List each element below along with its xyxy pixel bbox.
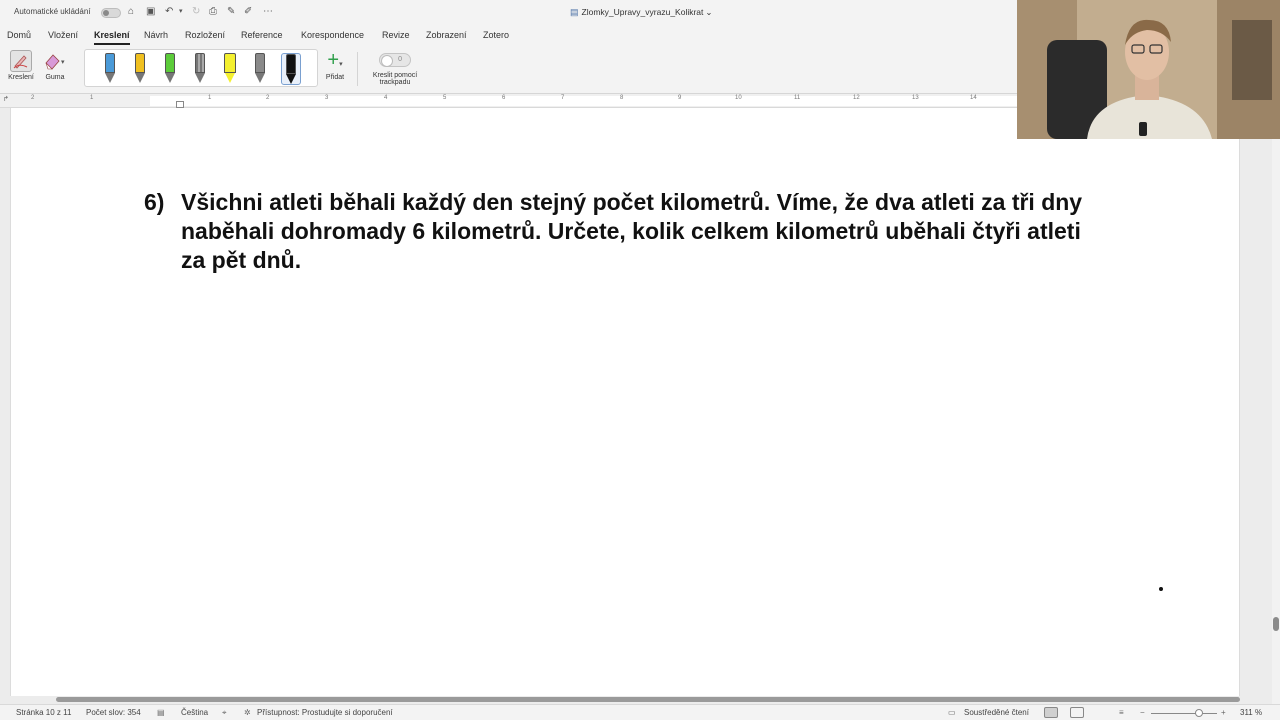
tab-stop-icon[interactable]: ↱ [3,95,9,103]
outline-view-icon[interactable]: ≡ [1119,708,1124,717]
tab-navrh[interactable]: Návrh [144,30,168,40]
trackpad-label-line1: Kreslit pomocí [372,72,418,79]
accessibility-icon[interactable]: ✲ [244,708,251,717]
pen-gallery [84,49,318,87]
ink-dot [1159,587,1163,591]
zoom-slider[interactable] [1151,713,1217,714]
redo-icon[interactable]: ↻ [192,6,200,18]
draw-with-trackpad[interactable]: 0 Kreslit pomocí trackpadu [366,51,424,86]
home-icon[interactable]: ⌂ [128,6,134,18]
autosave-toggle[interactable] [101,8,121,18]
undo-icon[interactable]: ↶ [165,6,173,18]
highlighter-icon[interactable] [223,53,237,85]
tab-rozlozeni[interactable]: Rozložení [185,30,225,40]
pen-edit-icon[interactable]: ✎ [227,6,235,18]
ruler-number: 11 [794,95,801,101]
green-pen-icon[interactable] [163,53,177,85]
draw-button[interactable]: Kreslení [6,50,36,81]
draw-icon [10,50,32,72]
problem-number: 6) [144,189,165,215]
eraser-icon: ▾ [40,50,70,72]
focus-mode[interactable]: Soustředěné čtení [964,708,1029,717]
tab-kresleni[interactable]: Kreslení [94,30,130,45]
add-label: Přidat [325,74,345,81]
zoom-out-icon[interactable]: − [1140,708,1145,717]
horizontal-scrollbar[interactable] [56,697,1240,702]
ruler-number: 4 [384,95,388,101]
indent-marker[interactable] [176,101,184,108]
title-chevron-icon: ⌄ [705,7,713,17]
save-icon[interactable]: ▣ [146,6,155,18]
web-layout-icon[interactable] [1070,707,1084,718]
ruler-number: 2 [266,95,270,101]
problem-text: Všichni atleti běhali každý den stejný p… [181,189,1083,273]
ruler-number: 10 [735,95,742,101]
ruler-number: 14 [970,95,977,101]
autosave-label: Automatické ukládání [14,7,91,16]
ruler-number: 5 [443,95,447,101]
eraser-label: Guma [45,74,65,81]
eraser-button[interactable]: ▾ Guma [40,50,70,81]
zoom-slider-knob[interactable] [1195,709,1203,717]
zoom-in-icon[interactable]: + [1221,708,1226,717]
ruler-number: 7 [561,95,565,101]
plus-icon: +▾ [327,49,343,71]
vertical-scroll-thumb[interactable] [1273,617,1279,631]
tab-reference[interactable]: Reference [241,30,283,40]
svg-text:▾: ▾ [61,59,65,66]
focus-icon[interactable]: ▭ [948,708,956,717]
document-area[interactable]: 6) Všichni atleti běhali každý den stejn… [0,108,1280,704]
zoom-level[interactable]: 311 % [1240,708,1262,717]
proofing-icon[interactable]: ▤ [157,708,165,717]
more-icon[interactable]: ⋯ [263,6,273,18]
document-title[interactable]: ▤ Zlomky_Upravy_vyrazu_Kolikrat ⌄ [570,7,713,18]
document-page[interactable]: 6) Všichni atleti běhali každý den stejn… [10,108,1240,696]
ruler-number: 8 [620,95,624,101]
ribbon-divider [357,52,358,86]
tab-korespondence[interactable]: Korespondence [301,30,364,40]
ruler-number: 2 [31,95,35,101]
document-icon: ▤ [570,7,579,17]
ink-icon[interactable]: ✐ [244,6,252,18]
presenter-video [1017,0,1280,139]
tab-zobrazeni[interactable]: Zobrazení [426,30,467,40]
word-count[interactable]: Počet slov: 354 [86,708,141,717]
trackpad-label-line2: trackpadu [379,79,411,86]
accessibility-status[interactable]: Přístupnost: Prostudujte si doporučení [257,708,393,717]
tab-domu[interactable]: Domů [7,30,31,40]
vertical-scrollbar[interactable] [1272,108,1280,704]
webcam-overlay [1017,0,1280,139]
page-indicator[interactable]: Stránka 10 z 11 [16,708,71,717]
tab-zotero[interactable]: Zotero [483,30,509,40]
status-bar: Stránka 10 z 11 Počet slov: 354 ▤ Češtin… [0,704,1280,720]
undo-dropdown-icon[interactable]: ▾ [179,6,183,18]
print-layout-icon[interactable] [1044,707,1058,718]
ruler-number: 1 [90,95,94,101]
draw-label: Kreslení [8,74,34,81]
ruler-number: 12 [853,95,860,101]
gray-pen-icon[interactable] [253,53,267,85]
tab-revize[interactable]: Revize [382,30,410,40]
tab-vlozeni[interactable]: Vložení [48,30,78,40]
trackpad-toggle[interactable]: 0 [379,53,411,67]
yellow-pen-icon[interactable] [133,53,147,85]
ruler-number: 9 [678,95,682,101]
ruler-number: 13 [912,95,919,101]
ruler-page-area [150,96,1020,106]
ruler-number: 1 [208,95,212,101]
language[interactable]: Čeština [181,708,208,717]
add-pen-button[interactable]: +▾ Přidat [320,50,350,81]
print-icon[interactable]: ⎙ [209,6,217,18]
blue-pen-icon[interactable] [103,53,117,85]
track-changes-icon[interactable]: ⌖ [222,708,227,718]
ruler-number: 3 [325,95,329,101]
black-pen-icon[interactable] [281,53,301,85]
ruler-number: 6 [502,95,506,101]
pencil-icon[interactable] [193,53,207,85]
word-window: { "titlebar": { "autosave_label": "Autom… [0,0,1280,720]
